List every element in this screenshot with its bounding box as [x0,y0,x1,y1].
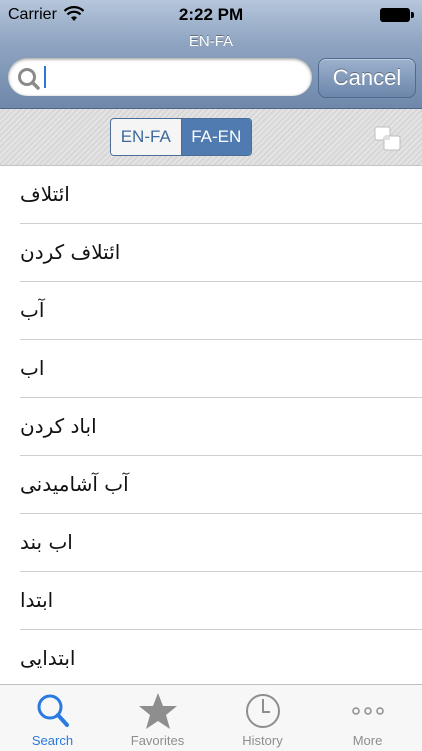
list-item[interactable]: ابتدا [0,572,422,630]
tab-more[interactable]: More [315,685,420,751]
list-item[interactable]: آب [0,282,422,340]
direction-segmented-control: EN-FA FA-EN [110,118,252,156]
word-label: آب [20,298,45,322]
word-label: ائتلاف کردن [20,240,121,264]
search-field[interactable] [8,58,312,96]
word-list: ائتلاف ائتلاف کردن آب اب اباد کردن آب آش… [0,166,422,684]
page-title: EN-FA [188,33,234,50]
tab-label: Search [31,733,74,748]
segment-en-fa[interactable]: EN-FA [111,119,182,155]
clock-time: 2:22 PM [178,5,244,24]
tab-favorites[interactable]: Favorites [105,685,210,751]
tab-label: History [242,733,283,748]
word-label: ائتلاف [20,182,70,206]
list-item[interactable]: اباد کردن [0,398,422,456]
tab-label: Favorites [130,733,185,748]
word-label: ابتدایی [20,646,76,670]
swap-direction-icon[interactable] [374,126,402,152]
list-item[interactable]: ائتلاف [0,166,422,224]
list-item[interactable]: اب بند [0,514,422,572]
search-icon [37,694,69,727]
clock-icon [246,694,280,728]
text-caret [44,66,46,88]
list-item[interactable]: ابتدایی [0,630,422,684]
word-label: آب آشامیدنی [20,472,129,496]
search-icon [18,68,40,90]
list-item[interactable]: اب [0,340,422,398]
segment-fa-en[interactable]: FA-EN [181,119,251,155]
battery-icon [380,8,414,22]
tab-history[interactable]: History [210,685,315,751]
list-item[interactable]: ائتلاف کردن [0,224,422,282]
more-dots-icon [352,707,384,715]
navigation-header: Carrier 2:22 PM EN-FA Cancel [0,0,422,109]
tab-bar: Search Favorites History More [0,684,422,751]
status-bar: Carrier 2:22 PM [0,0,422,30]
search-input[interactable] [48,60,302,96]
list-item[interactable]: آب آشامیدنی [0,456,422,514]
word-label: ابتدا [20,588,54,612]
word-label: اب بند [20,530,73,554]
star-icon [139,693,177,729]
word-label: اب [20,356,45,380]
cancel-button[interactable]: Cancel [318,58,416,98]
word-label: اباد کردن [20,414,97,438]
tab-label: More [352,733,383,748]
direction-toolbar: EN-FA FA-EN [0,109,422,166]
tab-search[interactable]: Search [0,685,105,751]
